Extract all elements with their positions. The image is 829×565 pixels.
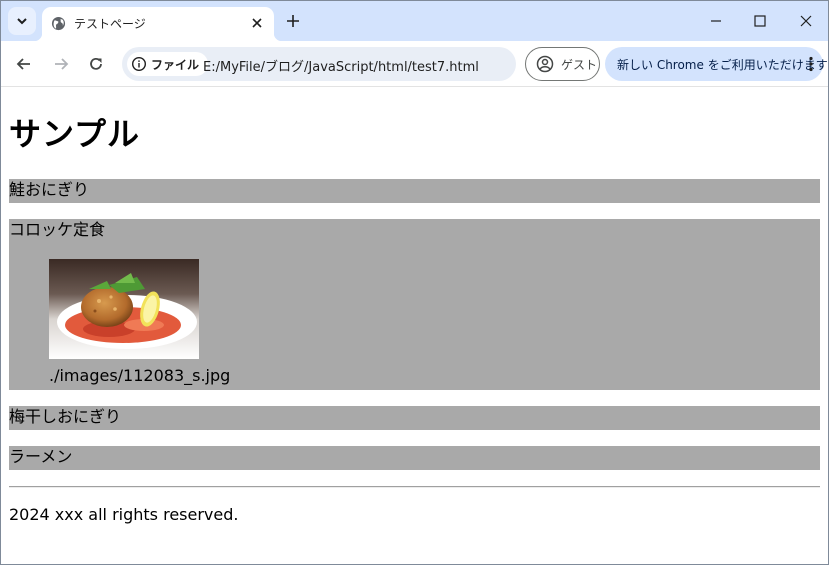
tab-strip: テストページ [1,1,828,41]
list-item-expanded[interactable]: コロッケ定食 ./images/112083_s.jpg [9,219,820,390]
tab-search-button[interactable] [8,7,36,35]
tab-title: テストページ [74,17,146,31]
list-item-label: コロッケ定食 [9,220,106,239]
list-item[interactable]: 梅干しおにぎり [9,406,820,430]
chevron-down-icon [17,18,27,25]
menu-list: 鮭おにぎり コロッケ定食 ./images/112083_s.jpg 梅干しおに… [9,179,820,486]
croquette-photo [49,259,199,359]
maximize-icon[interactable] [750,11,770,31]
footer-copyright: 2024 xxx all rights reserved. [9,505,239,524]
site-info-chip[interactable]: ファイル [127,52,209,76]
chrome-update-label: 新しい Chrome をご利用いただけます [617,58,828,72]
list-item[interactable]: 鮭おにぎり [9,179,820,203]
list-item-label: ラーメン [9,447,73,466]
reload-icon[interactable] [86,54,106,74]
guest-label: ゲスト [561,58,598,72]
info-icon [131,56,147,72]
tab-active[interactable]: テストページ [34,7,282,41]
forward-arrow-icon[interactable] [51,54,71,74]
globe-icon [51,16,66,31]
account-circle-icon [536,55,554,73]
close-window-icon[interactable] [796,11,816,31]
back-arrow-icon[interactable] [14,54,34,74]
close-tab-icon[interactable] [249,15,265,31]
minimize-icon[interactable] [706,11,726,31]
footer-divider [9,486,820,488]
image-path-text: ./images/112083_s.jpg [49,366,231,385]
url-text[interactable]: E:/MyFile/ブログ/JavaScript/html/test7.html [203,56,479,75]
address-bar[interactable]: ファイル E:/MyFile/ブログ/JavaScript/html/test7… [122,47,516,81]
guest-profile-button[interactable]: ゲスト [525,47,600,81]
chrome-update-button[interactable]: 新しい Chrome をご利用いただけます [605,47,828,81]
list-item-label: 梅干しおにぎり [9,407,122,426]
list-item[interactable]: ラーメン [9,446,820,470]
site-chip-label: ファイル [151,57,200,72]
list-item-label: 鮭おにぎり [9,180,90,199]
new-tab-plus-icon[interactable] [284,12,302,30]
page-content: サンプル 鮭おにぎり コロッケ定食 ./images/112083_s.jpg … [1,88,828,564]
page-title: サンプル [9,115,141,153]
browser-toolbar: ファイル E:/MyFile/ブログ/JavaScript/html/test7… [1,41,828,87]
kebab-menu-icon[interactable] [809,56,813,72]
